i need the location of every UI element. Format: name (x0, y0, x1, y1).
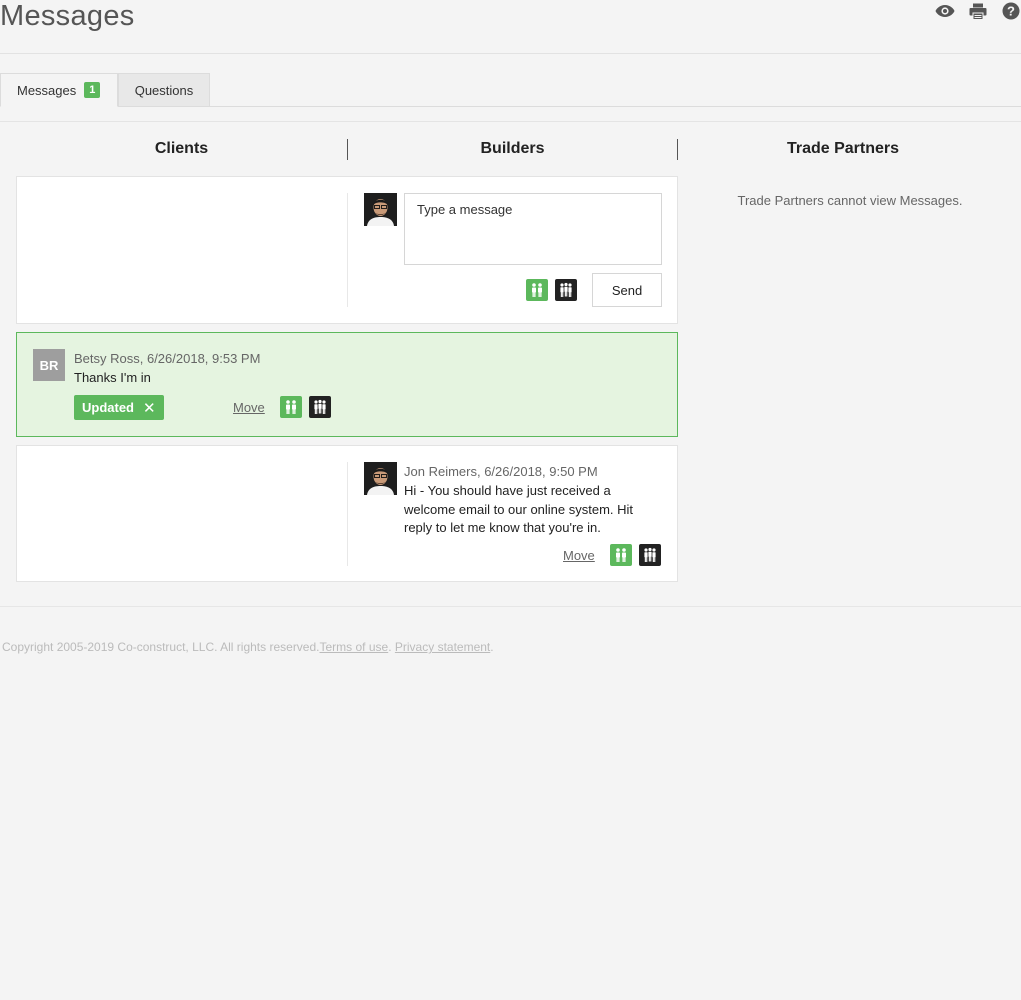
copyright-text: Copyright 2005-2019 Co-construct, LLC. A… (2, 640, 320, 654)
avatar (364, 193, 397, 226)
column-header-builders: Builders (480, 140, 545, 157)
message-text: Hi - You should have just received a wel… (404, 483, 634, 535)
updated-tag: Updated ✕ (74, 395, 164, 420)
card-divider (347, 462, 348, 566)
builders-visibility-icon[interactable] (309, 396, 331, 418)
message-meta: Betsy Ross, 6/26/2018, 9:53 PM (74, 351, 261, 366)
builders-visibility-icon[interactable] (639, 544, 661, 566)
send-button[interactable]: Send (592, 273, 662, 307)
avatar: BR (33, 349, 65, 381)
message-text: Thanks I'm in (74, 370, 151, 385)
card-divider (347, 193, 348, 307)
builders-visibility-icon[interactable] (555, 279, 577, 301)
footer-separator: . (388, 640, 392, 654)
avatar (364, 462, 397, 495)
header-toolbar: ? (935, 1, 1021, 21)
tab-bar: Messages 1 Questions (0, 73, 1021, 107)
page-header: Messages ? (0, 0, 1021, 54)
move-link[interactable]: Move (563, 548, 595, 563)
section-divider (0, 121, 1021, 122)
message-input[interactable] (404, 193, 662, 265)
tab-questions-label: Questions (134, 82, 194, 98)
tab-messages[interactable]: Messages 1 (0, 73, 118, 107)
footer-end: . (490, 640, 494, 654)
svg-text:?: ? (1007, 4, 1015, 19)
tab-questions[interactable]: Questions (118, 73, 210, 107)
composer-card: Send (16, 176, 678, 324)
clients-visibility-icon[interactable] (280, 396, 302, 418)
unread-count-badge: 1 (84, 82, 101, 98)
move-link[interactable]: Move (233, 400, 265, 415)
terms-link[interactable]: Terms of use (320, 640, 389, 654)
privacy-link[interactable]: Privacy statement (395, 640, 490, 654)
updated-tag-label: Updated (82, 400, 134, 415)
footer: Copyright 2005-2019 Co-construct, LLC. A… (2, 640, 494, 654)
page-title: Messages (0, 0, 135, 32)
message-meta: Jon Reimers, 6/26/2018, 9:50 PM (404, 464, 598, 479)
help-icon[interactable]: ? (1001, 1, 1021, 21)
column-header-clients: Clients (154, 140, 209, 157)
close-icon[interactable]: ✕ (143, 399, 156, 417)
column-header-trade-partners: Trade Partners (786, 140, 900, 157)
trade-partners-note: Trade Partners cannot view Messages. (737, 193, 963, 208)
tab-messages-label: Messages (17, 82, 77, 98)
print-icon[interactable] (968, 1, 988, 21)
footer-divider (0, 606, 1021, 607)
client-message-card: BR Betsy Ross, 6/26/2018, 9:53 PM Thanks… (16, 332, 678, 437)
eye-icon[interactable] (935, 1, 955, 21)
builder-message-card: Jon Reimers, 6/26/2018, 9:50 PM Hi - You… (16, 445, 678, 582)
clients-visibility-icon[interactable] (610, 544, 632, 566)
clients-visibility-icon[interactable] (526, 279, 548, 301)
